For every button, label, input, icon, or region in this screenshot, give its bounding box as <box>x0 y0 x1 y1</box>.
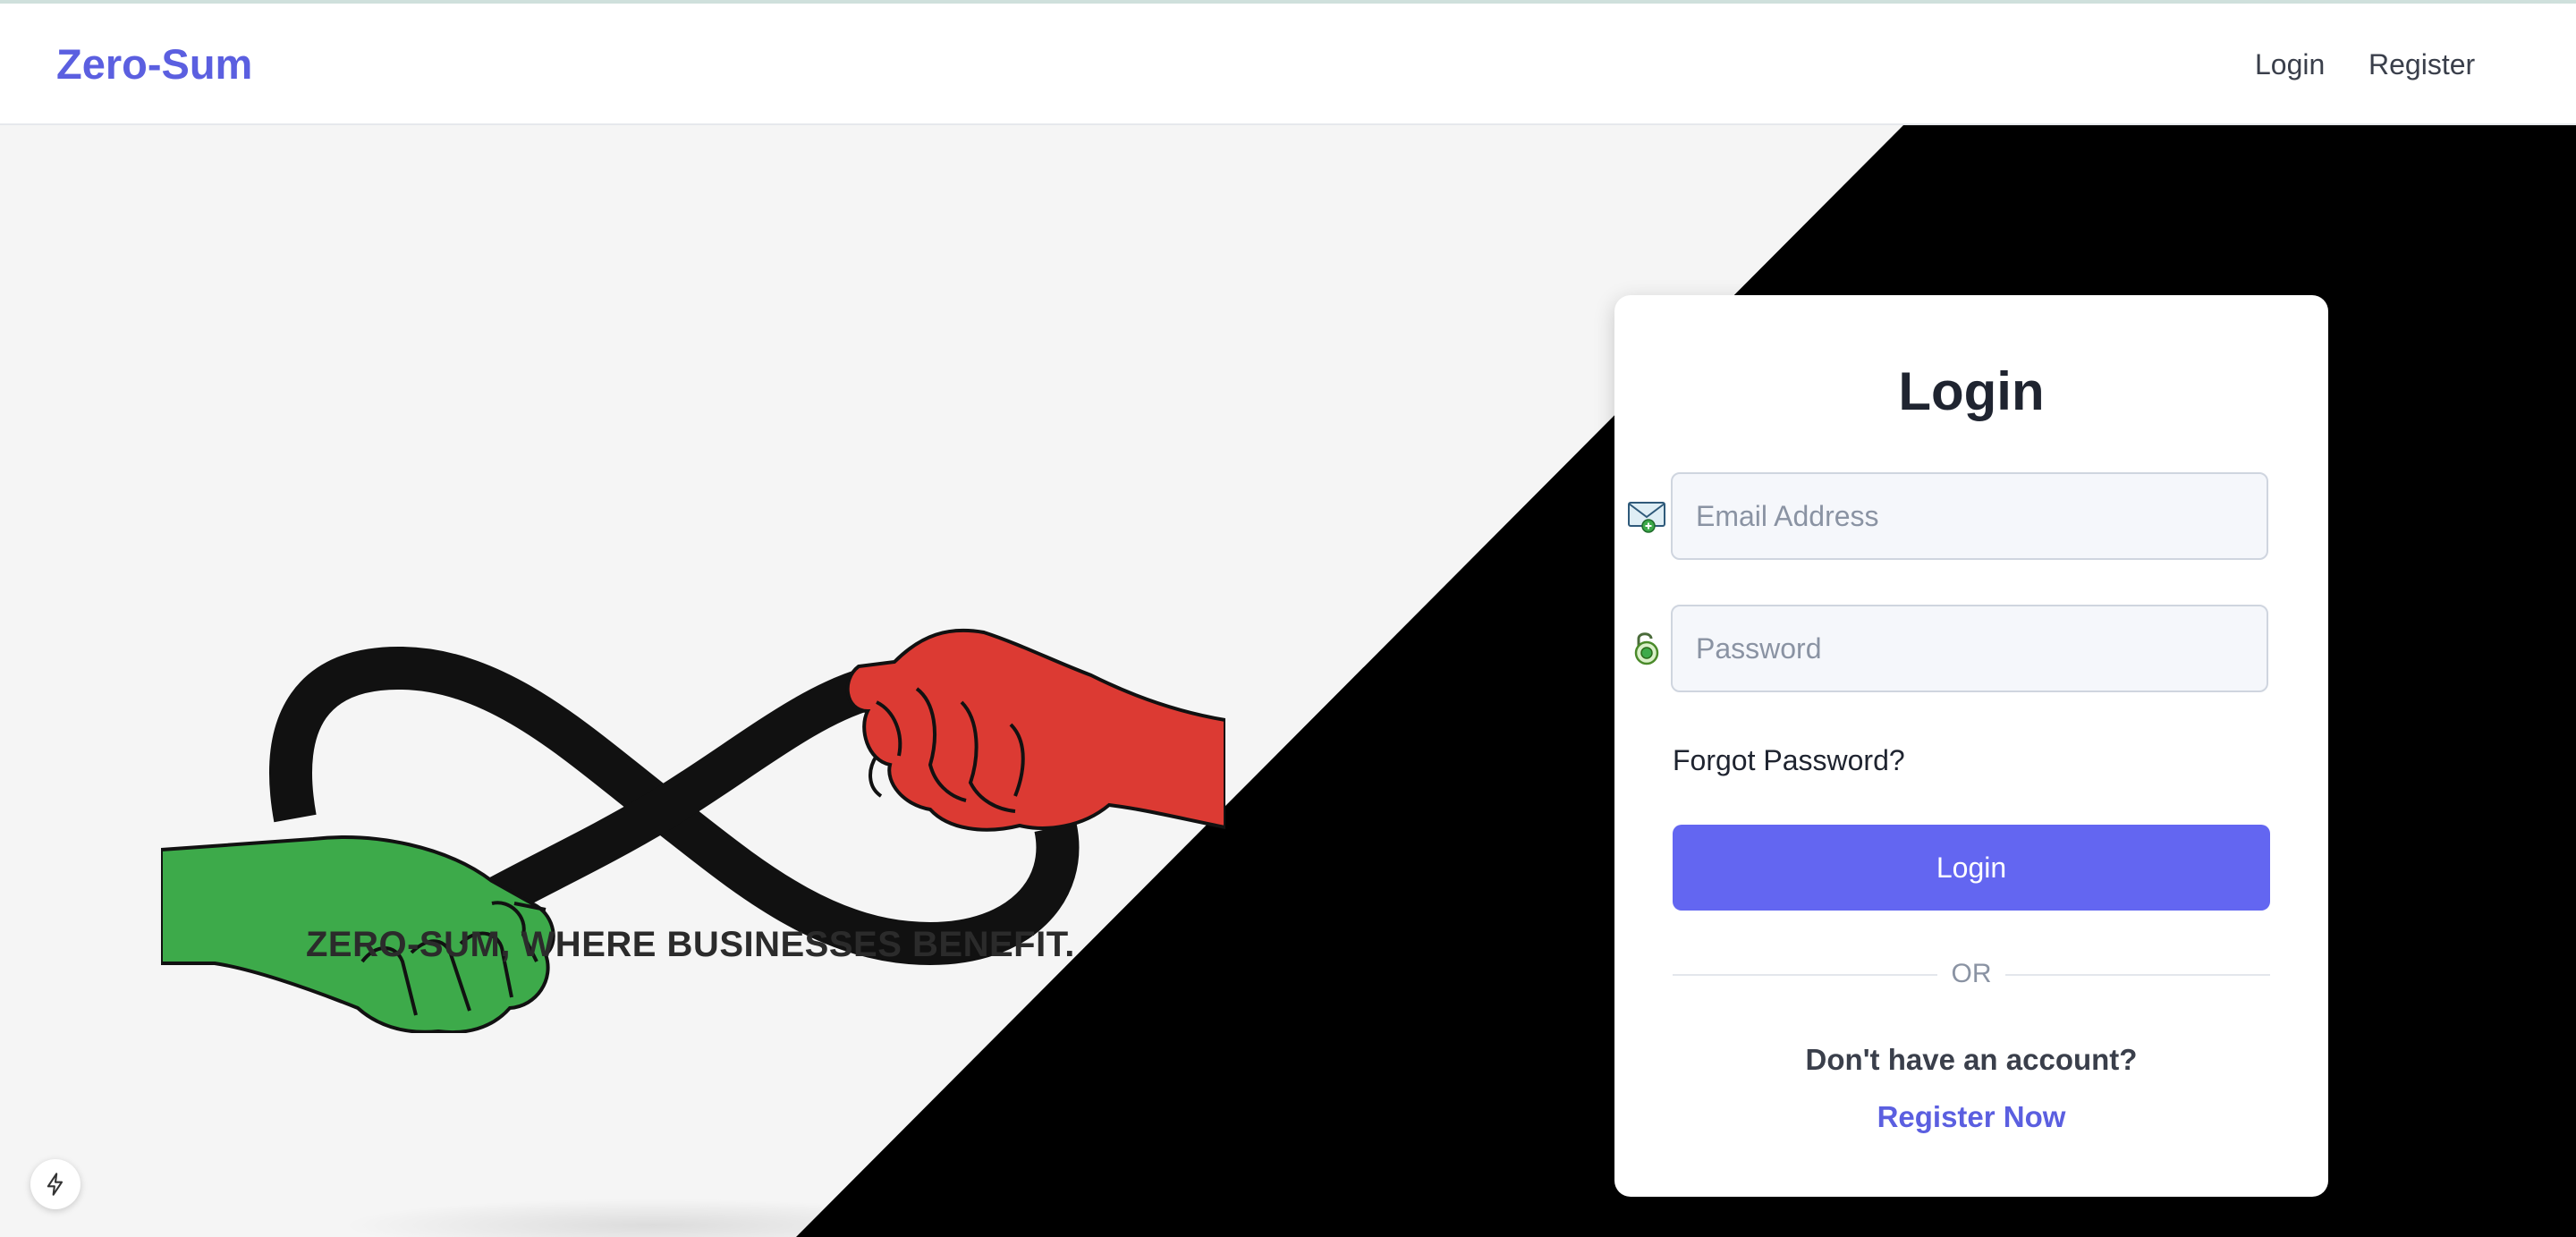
no-account-text: Don't have an account? <box>1805 1043 2138 1076</box>
envelope-icon <box>1628 502 1665 533</box>
divider-right <box>2005 974 2270 976</box>
lightning-bolt-icon <box>47 1173 64 1196</box>
login-card: Login Forgot Password? Login OR Don't ha… <box>1614 295 2328 1197</box>
password-input[interactable] <box>1671 605 2268 692</box>
email-input[interactable] <box>1671 472 2268 560</box>
hero-tagline: ZERO-SUM, WHERE BUSINESSES BENEFIT. <box>306 925 1075 964</box>
register-now-link[interactable]: Register Now <box>1614 1099 2328 1135</box>
nav-register-link[interactable]: Register <box>2368 47 2475 82</box>
navbar: Zero-Sum Login Register <box>0 4 2576 125</box>
forgot-password-link[interactable]: Forgot Password? <box>1673 742 1905 778</box>
divider-left <box>1673 974 1937 976</box>
dev-tools-button[interactable] <box>30 1159 80 1209</box>
padlock-icon <box>1634 632 1659 665</box>
nav-login-link[interactable]: Login <box>2255 47 2325 82</box>
divider-text: OR <box>1951 959 1992 988</box>
bottom-shadow <box>340 1199 966 1237</box>
login-button[interactable]: Login <box>1673 825 2270 911</box>
brand-logo-link[interactable]: Zero-Sum <box>56 39 252 89</box>
login-title: Login <box>1898 361 2045 421</box>
